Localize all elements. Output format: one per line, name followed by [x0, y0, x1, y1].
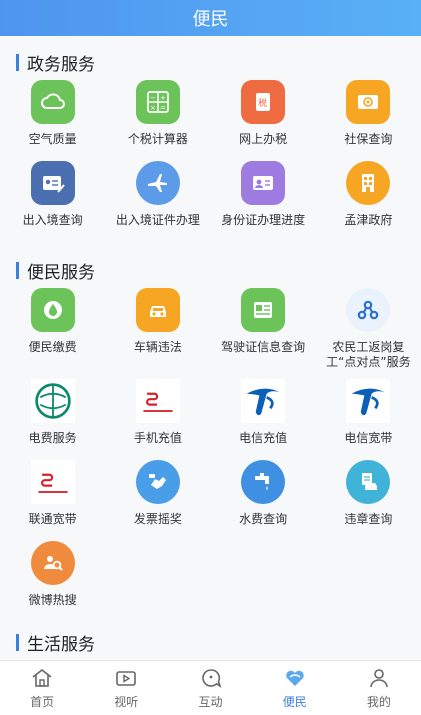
- page-header: 便民: [0, 0, 421, 36]
- service-label: 孟津政府: [344, 213, 393, 227]
- airplane-icon: [135, 161, 180, 205]
- tab-label: 首页: [30, 695, 55, 709]
- service-tax-calculator[interactable]: − + × = 个税计算器: [105, 78, 210, 159]
- service-telecom-topup[interactable]: 电信充值: [211, 377, 316, 458]
- service-violation-query[interactable]: 违章查询: [316, 458, 421, 539]
- chat-bubble-icon: [201, 669, 221, 688]
- section-accent-bar: [16, 261, 19, 279]
- building-icon: [346, 161, 391, 205]
- tab-label: 我的: [366, 695, 391, 709]
- service-label: 出入境证件办理: [115, 213, 200, 227]
- service-electricity[interactable]: 电费服务: [0, 377, 105, 458]
- tab-home[interactable]: 首页: [0, 661, 84, 715]
- service-label: 出入境查询: [22, 213, 83, 227]
- service-exit-entry-query[interactable]: 出入境查询: [0, 159, 105, 240]
- service-payment[interactable]: 便民缴费: [0, 286, 105, 377]
- home-icon: [32, 668, 52, 687]
- driver-license-icon: [241, 288, 286, 332]
- service-invoice-lottery[interactable]: 发票摇奖: [105, 458, 210, 539]
- section-header-convenience: 便民服务: [16, 258, 421, 283]
- service-label: 便民缴费: [28, 340, 77, 354]
- section-header-government: 政务服务: [16, 50, 421, 75]
- service-online-tax[interactable]: 税 网上办税: [211, 78, 316, 159]
- service-label: 个税计算器: [127, 132, 188, 146]
- car-icon: [135, 288, 180, 332]
- tab-label: 便民: [282, 695, 307, 709]
- service-mobile-topup[interactable]: 手机充值: [105, 377, 210, 458]
- service-label: 水费查询: [239, 512, 288, 526]
- service-label: 微博热搜: [28, 593, 77, 607]
- tab-interaction[interactable]: 互动: [168, 661, 252, 715]
- section-title: 生活服务: [27, 634, 95, 655]
- china-telecom-logo-icon: [241, 379, 286, 423]
- service-migrant-worker[interactable]: 农民工返岗复工“点对点”服务: [316, 286, 421, 377]
- calculator-icon: − + × =: [135, 80, 180, 124]
- service-unicom-broadband[interactable]: 联通宽带: [0, 458, 105, 539]
- state-grid-logo-icon: [30, 379, 75, 423]
- svg-text:+: +: [160, 94, 166, 102]
- china-unicom-logo-icon: [135, 379, 180, 423]
- china-unicom-logo-icon: [30, 460, 75, 504]
- service-label: 社保查询: [344, 132, 393, 146]
- service-label: 发票摇奖: [133, 512, 182, 526]
- main-content: 政务服务 空气质量 − + × = 个税计算器 税 网上办税 社保查询 出入境查…: [0, 36, 421, 660]
- government-services-grid: 空气质量 − + × = 个税计算器 税 网上办税 社保查询 出入境查询 出入境…: [0, 78, 421, 240]
- service-id-card-progress[interactable]: 身份证办理进度: [211, 159, 316, 240]
- service-label: 车辆违法: [133, 340, 182, 354]
- service-label: 联通宽带: [28, 512, 77, 526]
- hand-shake-icon: [135, 460, 180, 504]
- section-accent-bar: [16, 633, 19, 651]
- id-card-icon: [241, 161, 286, 205]
- section-title: 政务服务: [27, 54, 95, 75]
- tab-label: 互动: [198, 695, 223, 709]
- service-exit-entry-documents[interactable]: 出入境证件办理: [105, 159, 210, 240]
- service-water-bill[interactable]: 水费查询: [211, 458, 316, 539]
- tab-convenience[interactable]: 便民: [253, 661, 337, 715]
- weibo-search-icon: [30, 541, 75, 585]
- car-violation-icon: [346, 460, 391, 504]
- service-label: 驾驶证信息查询: [221, 340, 306, 354]
- svg-text:税: 税: [258, 97, 267, 109]
- service-telecom-broadband[interactable]: 电信宽带: [316, 377, 421, 458]
- service-label: 身份证办理进度: [221, 213, 306, 227]
- service-vehicle-violation[interactable]: 车辆违法: [105, 286, 210, 377]
- cloud-icon: [30, 80, 75, 124]
- service-weibo-trending[interactable]: 微博热搜: [0, 539, 105, 620]
- water-drop-icon: [30, 288, 75, 332]
- svg-text:=: =: [160, 104, 166, 112]
- china-telecom-logo-icon: [346, 379, 391, 423]
- tax-icon: 税: [241, 80, 286, 124]
- video-icon: [116, 671, 137, 686]
- svg-text:−: −: [150, 94, 156, 102]
- section-accent-bar: [16, 53, 19, 71]
- tab-video[interactable]: 视听: [84, 661, 168, 715]
- social-security-card-icon: [346, 80, 391, 124]
- service-label: 农民工返岗复工“点对点”服务: [326, 340, 411, 369]
- heart-icon: [285, 670, 304, 686]
- service-label: 违章查询: [344, 512, 393, 526]
- bottom-tab-bar: 首页 视听 互动 便民 我的: [0, 660, 421, 715]
- section-header-life: 生活服务: [16, 630, 421, 655]
- tab-label: 视听: [114, 695, 139, 709]
- connection-nodes-icon: [346, 288, 391, 332]
- service-label: 电信充值: [239, 431, 288, 445]
- service-air-quality[interactable]: 空气质量: [0, 78, 105, 159]
- svg-text:×: ×: [150, 104, 156, 112]
- service-label: 电信宽带: [344, 431, 393, 445]
- service-label: 电费服务: [28, 431, 77, 445]
- user-icon: [370, 669, 388, 688]
- service-label: 网上办税: [239, 132, 288, 146]
- section-title: 便民服务: [27, 262, 95, 283]
- service-driver-license[interactable]: 驾驶证信息查询: [211, 286, 316, 377]
- service-label: 空气质量: [28, 132, 77, 146]
- faucet-icon: [241, 460, 286, 504]
- convenience-services-grid: 便民缴费 车辆违法 驾驶证信息查询 农民工返岗复工“点对点”服务 电费服务 手机…: [0, 286, 421, 620]
- service-mengjin-government[interactable]: 孟津政府: [316, 159, 421, 240]
- service-social-security[interactable]: 社保查询: [316, 78, 421, 159]
- id-card-pen-icon: [30, 161, 75, 205]
- page-title: 便民: [192, 9, 229, 30]
- service-label: 手机充值: [133, 431, 182, 445]
- tab-profile[interactable]: 我的: [337, 661, 421, 715]
